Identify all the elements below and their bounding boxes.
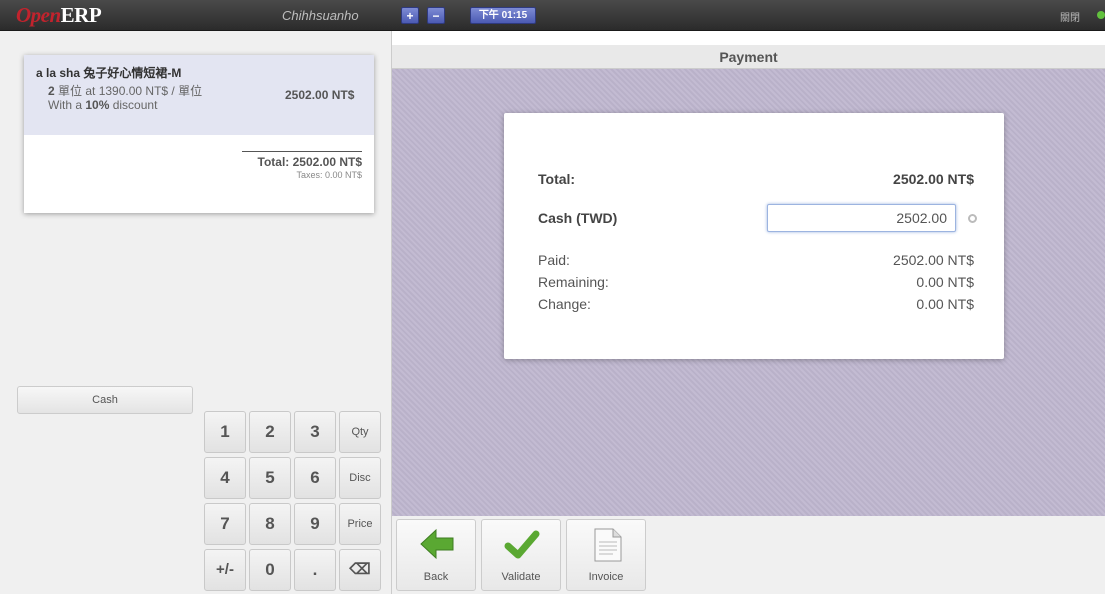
total-label: Total: (538, 171, 576, 187)
back-label: Back (423, 571, 449, 583)
delete-paymentline-icon[interactable] (968, 214, 977, 223)
invoice-label: Invoice (588, 571, 624, 583)
total-text: Total: 2502.00 NT$ (257, 155, 362, 169)
discount-prefix: With a (48, 98, 86, 112)
product-name: a la sha 兔子好心情短裙-M (36, 66, 182, 80)
order-receipt: a la sha 兔子好心情短裙-M 2 單位 at 1390.00 NT$ /… (24, 55, 374, 213)
numpad-key-5[interactable]: 5 (249, 457, 291, 499)
remaining-value: 0.00 NT$ (916, 274, 974, 290)
validate-button[interactable]: Validate (481, 519, 561, 591)
checkmark-icon (504, 530, 540, 559)
openerp-logo: OpenERP (16, 3, 102, 28)
numpad-decimal-button[interactable]: . (294, 549, 336, 591)
numpad-backspace-icon[interactable]: ⌫ (339, 549, 381, 591)
numpad-key-6[interactable]: 6 (294, 457, 336, 499)
total-value: 2502.00 NT$ (893, 171, 974, 187)
paid-label: Paid: (538, 252, 570, 268)
close-button[interactable]: 關閉 (1060, 9, 1080, 24)
line-unit-price: 單位 at 1390.00 NT$ / 單位 (54, 84, 203, 98)
line-qty: 2 (48, 84, 55, 98)
payment-card: Total: 2502.00 NT$ Cash (TWD) Paid: 2502… (504, 113, 1004, 359)
add-order-button[interactable]: + (401, 7, 419, 24)
order-line[interactable]: a la sha 兔子好心情短裙-M 2 單位 at 1390.00 NT$ /… (24, 55, 374, 135)
taxes-text: Taxes: 0.00 NT$ (296, 170, 362, 180)
user-name: Chihhsuanho (282, 8, 359, 23)
numpad-key-8[interactable]: 8 (249, 503, 291, 545)
paid-value: 2502.00 NT$ (893, 252, 974, 268)
validate-label: Validate (501, 571, 541, 583)
document-icon (594, 528, 622, 562)
discount-value: 10% (85, 98, 110, 112)
logo-erp-text: ERP (60, 3, 102, 27)
numpad-key-9[interactable]: 9 (294, 503, 336, 545)
remaining-label: Remaining: (538, 274, 609, 290)
order-tab-time[interactable]: 下午 01:15 (470, 7, 536, 24)
change-value: 0.00 NT$ (916, 296, 974, 312)
change-label: Change: (538, 296, 591, 312)
invoice-button[interactable]: Invoice (566, 519, 646, 591)
cash-label: Cash (TWD) (538, 210, 618, 226)
numpad-key-0[interactable]: 0 (249, 549, 291, 591)
discount-suffix: discount (109, 98, 158, 112)
cash-amount-input[interactable] (767, 204, 956, 232)
numpad-key-2[interactable]: 2 (249, 411, 291, 453)
numpad-key-4[interactable]: 4 (204, 457, 246, 499)
numpad-key-1[interactable]: 1 (204, 411, 246, 453)
back-button[interactable]: Back (396, 519, 476, 591)
numpad-key-3[interactable]: 3 (294, 411, 336, 453)
order-total: Total: 2502.00 NT$ Taxes: 0.00 NT$ (242, 151, 362, 180)
line-total: 2502.00 NT$ (285, 88, 355, 102)
top-bar: OpenERP Chihhsuanho + − 下午 01:15 關閉 (0, 0, 1105, 31)
back-arrow-icon (420, 528, 454, 560)
numpad-price-button[interactable]: Price (339, 503, 381, 545)
connection-status-icon (1097, 11, 1105, 19)
numpad-disc-button[interactable]: Disc (339, 457, 381, 499)
payment-header: Payment (392, 45, 1105, 69)
numpad-key-7[interactable]: 7 (204, 503, 246, 545)
numpad-qty-button[interactable]: Qty (339, 411, 381, 453)
remove-order-button[interactable]: − (427, 7, 445, 24)
cash-paymentmethod-button[interactable]: Cash (17, 386, 193, 414)
logo-open-text: Open (16, 3, 61, 27)
numpad-sign-button[interactable]: +/- (204, 549, 246, 591)
